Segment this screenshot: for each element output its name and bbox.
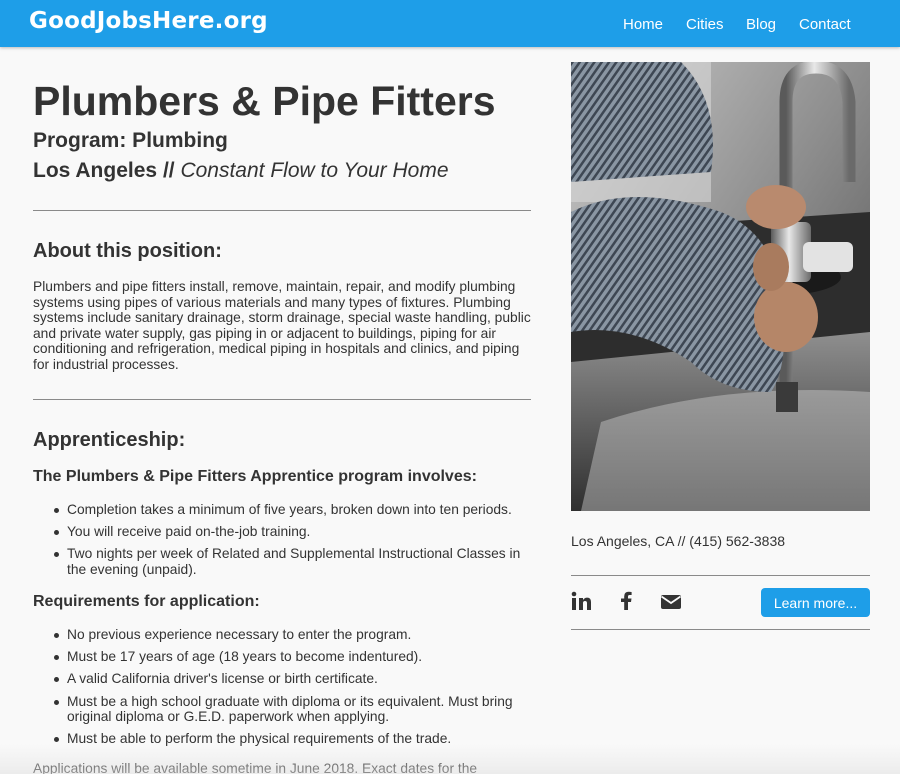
nav-contact[interactable]: Contact	[799, 16, 851, 33]
requirements-list: No previous experience necessary to ente…	[33, 627, 531, 754]
contact-info: Los Angeles, CA // (415) 562-3838	[571, 533, 786, 549]
requirements-heading: Requirements for application:	[33, 593, 260, 610]
page-title: Plumbers & Pipe Fitters	[33, 78, 496, 124]
city-name: Los Angeles	[33, 159, 158, 182]
divider	[571, 575, 870, 576]
about-heading: About this position:	[33, 240, 222, 262]
list-item: Must be able to perform the physical req…	[33, 731, 531, 747]
divider	[33, 210, 531, 211]
nav-blog[interactable]: Blog	[746, 16, 776, 33]
tagline: Constant Flow to Your Home	[180, 159, 449, 182]
plumber-photo	[571, 62, 870, 511]
list-item: Must be a high school graduate with dipl…	[33, 694, 531, 725]
divider	[571, 629, 870, 630]
list-item: Two nights per week of Related and Suppl…	[33, 546, 531, 577]
linkedin-icon[interactable]	[571, 590, 591, 614]
learn-more-button[interactable]: Learn more...	[761, 588, 870, 617]
site-logo[interactable]: GoodJobsHere.org	[29, 8, 268, 34]
location-tagline: Los Angeles // Constant Flow to Your Hom…	[33, 159, 449, 183]
apprenticeship-heading: Apprenticeship:	[33, 429, 186, 451]
list-item: A valid California driver's license or b…	[33, 671, 531, 687]
nav-home[interactable]: Home	[623, 16, 663, 33]
list-item: No previous experience necessary to ente…	[33, 627, 531, 643]
program-name: Program: Plumbing	[33, 129, 228, 152]
program-involves-list: Completion takes a minimum of five years…	[33, 502, 531, 584]
list-item: You will receive paid on-the-job trainin…	[33, 524, 531, 540]
nav-cities[interactable]: Cities	[686, 16, 724, 33]
email-icon[interactable]	[660, 590, 682, 614]
divider	[33, 399, 531, 400]
site-header: GoodJobsHere.org Home Cities Blog Contac…	[0, 0, 900, 47]
list-item: Completion takes a minimum of five years…	[33, 502, 531, 518]
about-text: Plumbers and pipe fitters install, remov…	[33, 279, 531, 372]
program-involves-heading: The Plumbers & Pipe Fitters Apprentice p…	[33, 468, 477, 485]
facebook-icon[interactable]	[620, 590, 632, 614]
separator: //	[162, 159, 175, 182]
list-item: Must be 17 years of age (18 years to bec…	[33, 649, 531, 665]
applications-text: Applications will be available sometime …	[33, 761, 478, 774]
